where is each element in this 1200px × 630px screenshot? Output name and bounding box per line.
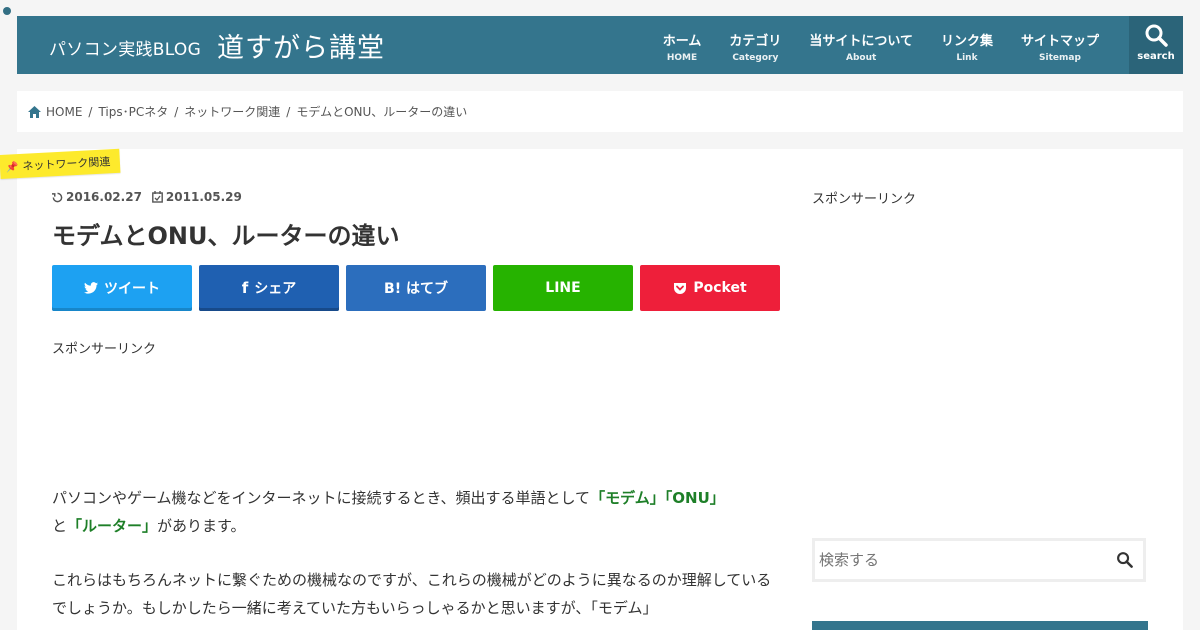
pocket-button[interactable]: Pocket — [640, 265, 780, 311]
updated-date-value: 2016.02.27 — [66, 190, 142, 204]
breadcrumb-label: HOME — [46, 104, 83, 119]
facebook-icon: f — [241, 279, 249, 297]
share-label: シェア — [254, 281, 297, 297]
nav-sublabel: Link — [956, 53, 978, 63]
highlight-modem: 「モデム」 — [590, 489, 665, 507]
nav-item-sitemap[interactable]: サイトマップ Sitemap — [1007, 16, 1113, 74]
breadcrumb-separator: / — [88, 104, 93, 119]
hatebu-label: B! はてブ — [384, 281, 448, 297]
facebook-share-button[interactable]: f シェア — [199, 265, 339, 311]
search-label: search — [1137, 51, 1175, 62]
nav-item-link[interactable]: リンク集 Link — [927, 16, 1007, 74]
breadcrumb-separator: / — [174, 104, 179, 119]
body-paragraph: これらはもちろんネットに繋ぐための機械なのですが、これらの機械がどのように異なる… — [52, 571, 772, 617]
sidebar-search-button[interactable] — [1116, 551, 1133, 572]
pin-icon: 📌 — [5, 162, 19, 174]
global-nav: ホーム HOME カテゴリ Category 当サイトについて About リン… — [649, 16, 1113, 74]
nav-label: リンク集 — [940, 34, 993, 49]
pocket-label: Pocket — [693, 280, 747, 296]
line-button[interactable]: LINE — [493, 265, 633, 311]
twitter-icon — [84, 282, 98, 294]
site-title[interactable]: 道すがら講堂 — [217, 26, 385, 65]
sidebar-widget-header — [812, 621, 1148, 630]
update-icon — [52, 192, 63, 203]
breadcrumb-network[interactable]: ネットワーク関連 — [184, 103, 280, 120]
nav-sublabel: About — [846, 53, 877, 63]
line-label: LINE — [545, 280, 581, 296]
updated-date: 2016.02.27 — [52, 190, 142, 204]
para-text: パソコンやゲーム機などをインターネットに接続するとき、頻出する単語として — [52, 489, 591, 507]
highlight-onu: 「ONU」 — [664, 489, 725, 507]
nav-label: カテゴリ — [729, 34, 782, 49]
search-icon — [1117, 552, 1133, 568]
breadcrumb-separator: / — [286, 104, 291, 119]
category-tag-label: ネットワーク関連 — [22, 155, 111, 173]
published-date-value: 2011.05.29 — [165, 190, 242, 204]
site-header: パソコン実践BLOG 道すがら講堂 ホーム HOME カテゴリ Category… — [17, 16, 1183, 74]
breadcrumb-current: モデムとONU、ルーターの違い — [296, 105, 468, 119]
corner-dot — [3, 7, 11, 15]
nav-label: サイトマップ — [1020, 34, 1099, 49]
nav-sublabel: Category — [732, 53, 779, 63]
nav-sublabel: HOME — [666, 53, 698, 63]
post-title: モデムとONU、ルーターの違い — [52, 222, 400, 250]
nav-sublabel: Sitemap — [1039, 53, 1081, 63]
hatebu-button[interactable]: B! はてブ — [346, 265, 486, 311]
sidebar-search — [812, 538, 1146, 582]
highlight-router: 「ルーター」 — [67, 517, 158, 535]
header-search-button[interactable]: search — [1129, 16, 1183, 74]
nav-item-about[interactable]: 当サイトについて About — [795, 16, 927, 74]
nav-label: ホーム — [662, 34, 702, 49]
breadcrumb-tips[interactable]: Tips･PCネタ — [98, 103, 168, 120]
intro-paragraph: パソコンやゲーム機などをインターネットに接続するとき、頻出する単語として「モデム… — [52, 484, 782, 540]
calendar-icon — [152, 191, 163, 203]
home-icon — [28, 105, 41, 118]
tweet-button[interactable]: ツイート — [52, 265, 192, 311]
pocket-icon — [674, 282, 687, 294]
breadcrumb: HOME / Tips･PCネタ / ネットワーク関連 / モデムとONU、ルー… — [17, 91, 1183, 132]
site-subtitle[interactable]: パソコン実践BLOG — [49, 35, 201, 60]
nav-item-category[interactable]: カテゴリ Category — [715, 16, 795, 74]
tweet-label: ツイート — [104, 281, 160, 297]
sidebar-sponsor-label: スポンサーリンク — [812, 192, 917, 207]
published-date: 2011.05.29 — [152, 190, 242, 204]
share-buttons: ツイート f シェア B! はてブ LINE Pocket — [52, 265, 780, 311]
sponsor-link-label: スポンサーリンク — [52, 342, 157, 357]
sidebar-search-input[interactable] — [819, 551, 1099, 569]
search-icon — [1145, 24, 1168, 47]
nav-item-home[interactable]: ホーム HOME — [649, 16, 716, 74]
para-text: と — [52, 517, 68, 535]
nav-label: 当サイトについて — [809, 34, 913, 49]
para-text: があります。 — [157, 517, 246, 535]
post-dates: 2016.02.27 2011.05.29 — [52, 190, 242, 204]
breadcrumb-home[interactable]: HOME — [28, 105, 82, 119]
